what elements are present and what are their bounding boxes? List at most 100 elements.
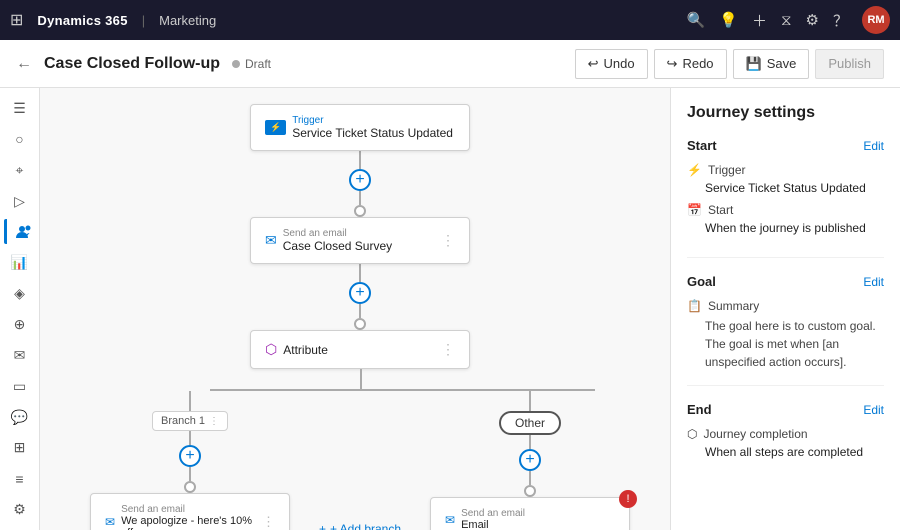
sidebar-item-people[interactable]	[4, 219, 36, 244]
status-badge: Draft	[232, 57, 271, 71]
start-edit-link[interactable]: Edit	[863, 139, 884, 153]
email-title-2: We apologize - here's 10% off	[121, 515, 256, 530]
app-name: Dynamics 365	[37, 13, 127, 28]
sidebar-item-layers[interactable]: ⊞	[4, 435, 36, 460]
trigger-icon: ⚡	[265, 120, 286, 135]
goal-edit-link[interactable]: Edit	[863, 275, 884, 289]
grid-icon[interactable]: ⊞	[10, 10, 23, 30]
sidebar-item-play[interactable]: ▷	[4, 189, 36, 214]
add-in-other[interactable]: +	[519, 449, 541, 471]
email-node-3[interactable]: ✉ Send an email Email !	[430, 497, 630, 530]
publish-button[interactable]: Publish	[815, 49, 884, 79]
sidebar-item-settings[interactable]: ⚙	[4, 497, 36, 522]
sidebar-item-chat[interactable]: 💬	[4, 405, 36, 430]
trigger-node[interactable]: ⚡ Trigger Service Ticket Status Updated	[250, 104, 470, 151]
module-name: Marketing	[159, 13, 216, 28]
save-icon: 💾	[746, 56, 762, 72]
attribute-menu[interactable]: ⋮	[441, 341, 455, 358]
back-button[interactable]: ←	[16, 55, 32, 73]
error-badge: !	[619, 490, 637, 508]
email-title-1: Case Closed Survey	[283, 239, 435, 253]
sidebar-item-book[interactable]: ▭	[4, 374, 36, 399]
sidebar-item-list[interactable]: ≡	[4, 466, 36, 491]
add-after-email1[interactable]: +	[349, 282, 371, 304]
sidebar-item-hamburger[interactable]: ☰	[4, 96, 36, 121]
email-label-1: Send an email	[283, 228, 435, 239]
completion-value: When all steps are completed	[687, 445, 884, 459]
nav-divider: |	[142, 13, 145, 28]
plus-icon[interactable]: ＋	[752, 10, 767, 31]
trigger-field-icon: ⚡	[687, 163, 702, 177]
search-icon[interactable]: 🔍	[687, 11, 706, 29]
trigger-label: Trigger	[292, 115, 453, 126]
left-sidebar: ☰ ○ ⌖ ▷ 📊 ◈ ⊕ ✉ ▭ 💬 ⊞ ≡ ⚙	[0, 88, 40, 530]
add-after-trigger[interactable]: +	[349, 169, 371, 191]
end-section-title: End	[687, 402, 712, 417]
redo-icon: ↪	[667, 56, 678, 72]
trigger-field: ⚡ Trigger Service Ticket Status Updated	[687, 163, 884, 195]
canvas-area[interactable]: ⚡ Trigger Service Ticket Status Updated …	[40, 88, 670, 530]
goal-section-title: Goal	[687, 274, 716, 289]
other-branch-column: Other + ✉ Send an email	[430, 391, 630, 530]
trigger-field-value: Service Ticket Status Updated	[687, 181, 884, 195]
email-node-2[interactable]: ✉ Send an email We apologize - here's 10…	[90, 493, 290, 530]
add-in-branch1[interactable]: +	[179, 445, 201, 467]
sidebar-item-globe[interactable]: ⊕	[4, 312, 36, 337]
top-nav-right: 🔍 💡 ＋ ⧖ ⚙ ？ RM	[687, 6, 890, 34]
email-menu-1[interactable]: ⋮	[441, 232, 455, 249]
attribute-icon: ⬡	[265, 341, 277, 358]
completion-icon: ⬡	[687, 427, 697, 441]
sub-nav: ← Case Closed Follow-up Draft ↩ Undo ↪ R…	[0, 40, 900, 88]
goal-section: Goal Edit 📋 Summary The goal here is to …	[687, 274, 884, 386]
end-section: End Edit ⬡ Journey completion When all s…	[687, 402, 884, 473]
undo-icon: ↩	[588, 56, 599, 72]
attribute-label: Attribute	[283, 343, 435, 357]
start-field-icon: 📅	[687, 203, 702, 217]
start-field: 📅 Start When the journey is published	[687, 203, 884, 235]
status-dot	[232, 60, 240, 68]
completion-row: ⬡ Journey completion	[687, 427, 884, 441]
connector-circle-1	[354, 205, 366, 217]
sidebar-item-tag[interactable]: ◈	[4, 281, 36, 306]
end-edit-link[interactable]: Edit	[863, 403, 884, 417]
trigger-title: Service Ticket Status Updated	[292, 126, 453, 140]
filter-icon[interactable]: ⧖	[781, 12, 792, 29]
add-branch-button[interactable]: + + Add branch	[309, 516, 411, 530]
summary-icon: 📋	[687, 299, 702, 313]
top-nav: ⊞ Dynamics 365 | Marketing 🔍 💡 ＋ ⧖ ⚙ ？ R…	[0, 0, 900, 40]
email-node-1[interactable]: ✉ Send an email Case Closed Survey ⋮	[250, 217, 470, 264]
other-label: Other	[499, 411, 561, 435]
email-label-2: Send an email	[121, 504, 256, 515]
page-title: Case Closed Follow-up	[44, 55, 220, 73]
main-layout: ☰ ○ ⌖ ▷ 📊 ◈ ⊕ ✉ ▭ 💬 ⊞ ≡ ⚙ ⚡ Trigge	[0, 88, 900, 530]
email-label-3: Send an email	[461, 508, 615, 519]
branch-1-column: Branch 1 ⋮ + ✉	[90, 391, 290, 530]
undo-button[interactable]: ↩ Undo	[575, 49, 648, 79]
start-section: Start Edit ⚡ Trigger Service Ticket Stat…	[687, 138, 884, 258]
save-button[interactable]: 💾 Save	[733, 49, 810, 79]
start-section-title: Start	[687, 138, 717, 153]
status-label: Draft	[245, 57, 271, 71]
redo-button[interactable]: ↪ Redo	[654, 49, 727, 79]
settings-icon[interactable]: ⚙	[806, 11, 819, 29]
sidebar-item-clock[interactable]: ○	[4, 127, 36, 152]
panel-title: Journey settings	[687, 104, 884, 122]
email-icon-1: ✉	[265, 232, 277, 249]
connector-circle-2	[354, 318, 366, 330]
email-icon-3: ✉	[445, 513, 455, 527]
summary-row: 📋 Summary	[687, 299, 884, 313]
sidebar-item-chart[interactable]: 📊	[4, 250, 36, 275]
branch-1-label: Branch 1 ⋮	[152, 411, 228, 431]
attribute-node[interactable]: ⬡ Attribute ⋮	[250, 330, 470, 369]
email-title-3: Email	[461, 519, 615, 530]
sidebar-item-mail[interactable]: ✉	[4, 343, 36, 368]
help-icon[interactable]: ？	[833, 10, 848, 31]
add-branch-column: + + Add branch	[290, 391, 430, 530]
goal-text: The goal here is to custom goal. The goa…	[687, 317, 884, 371]
sidebar-item-pin[interactable]: ⌖	[4, 158, 36, 183]
plus-icon-branch: +	[319, 522, 326, 530]
avatar[interactable]: RM	[862, 6, 890, 34]
email-icon-2: ✉	[105, 515, 115, 529]
lightbulb-icon[interactable]: 💡	[719, 11, 738, 29]
email-menu-2[interactable]: ⋮	[262, 514, 275, 530]
